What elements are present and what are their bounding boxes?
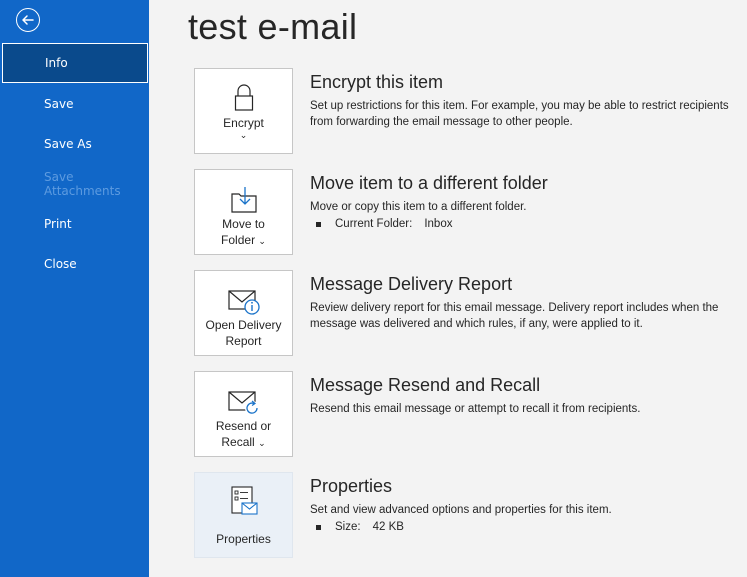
resend-or-recall-button[interactable]: Resend or Recall ⌄ [194,371,293,457]
open-delivery-report-button[interactable]: Open Delivery Report [194,270,293,356]
envelope-refresh-icon [227,391,259,415]
move-to-folder-button[interactable]: Move to Folder ⌄ [194,169,293,255]
move-description: Move or copy this item to a different fo… [310,201,527,213]
current-folder-value: Inbox [424,218,453,230]
nav-item-save-attachments: Save Attachments [44,170,121,198]
move-title: Move item to a different folder [310,173,548,193]
arrow-left-icon [22,15,34,25]
resend-label-1: Resend or [215,419,272,433]
backstage-sidebar: Info Save Save As Save Attachments Print… [0,0,149,577]
current-folder-label: Current Folder: [335,218,413,230]
delivery-label-2: Report [225,334,262,348]
properties-description: Set and view advanced options and proper… [310,504,612,516]
nav-item-print[interactable]: Print [0,204,149,244]
properties-label: Properties [216,532,271,546]
current-folder-info: Current Folder: Inbox [316,218,452,230]
resend-description: Resend this email message or attempt to … [310,403,641,415]
move-to-label-2: Folder [221,233,256,247]
nav-item-close[interactable]: Close [0,244,149,284]
properties-title: Properties [310,476,393,496]
properties-list-icon [230,486,258,515]
nav-item-info[interactable]: Info [2,43,148,83]
size-label: Size: [335,521,361,533]
properties-button[interactable]: Properties [194,472,293,558]
nav-item-save-as[interactable]: Save As [0,124,149,164]
nav-item-save[interactable]: Save [0,84,149,124]
lock-icon [234,84,253,111]
back-button[interactable] [16,8,40,32]
chevron-down-icon: ⌄ [258,236,266,246]
resend-label-2: Recall [221,435,255,449]
size-value: 42 KB [372,521,404,533]
encrypt-title: Encrypt this item [310,72,444,92]
bullet-icon [316,221,321,227]
chevron-down-icon: ⌄ [239,130,248,140]
bullet-icon [316,524,321,530]
folder-move-icon [230,187,257,213]
move-to-label-1: Move to [222,217,265,231]
delivery-description: Review delivery report for this email me… [310,302,719,330]
size-info: Size: 42 KB [316,521,404,533]
envelope-info-icon [227,290,260,315]
chevron-down-icon: ⌄ [258,438,266,448]
resend-title: Message Resend and Recall [310,375,541,395]
encrypt-button[interactable]: Encrypt ⌄ [194,68,293,154]
encrypt-description: Set up restrictions for this item. For e… [310,100,729,128]
encrypt-label: Encrypt [223,116,264,130]
delivery-title: Message Delivery Report [310,274,513,294]
delivery-label-1: Open Delivery [205,318,282,332]
page-title: test e-mail [188,6,358,47]
